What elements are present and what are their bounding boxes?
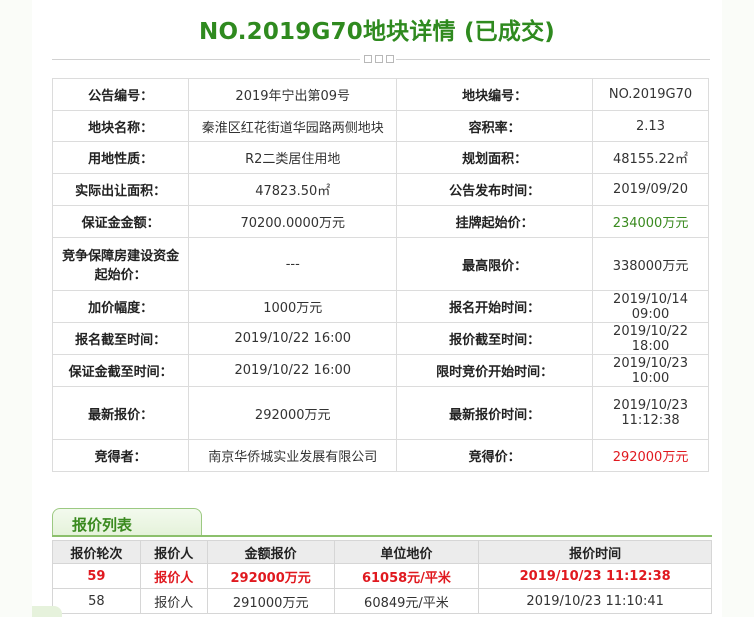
info-label: 挂牌起始价： (396, 205, 594, 238)
bidder: 报价人 (139, 563, 208, 589)
bid-list-table: 报价轮次 报价人 金额报价 单位地价 报价时间 59 报价人 292000万元 … (52, 540, 712, 614)
table-row: 58 报价人 291000万元 60849元/平米 2019/10/23 11:… (52, 588, 712, 614)
info-value: 48155.22㎡ (592, 141, 709, 174)
info-row: 用地性质： R2二类居住用地 规划面积： 48155.22㎡ (51, 141, 709, 174)
info-label: 地块编号： (396, 78, 594, 111)
bid-time: 2019/10/23 11:12:38 (478, 563, 712, 589)
info-label: 最高限价： (396, 237, 594, 291)
info-label: 最新报价时间： (396, 386, 594, 440)
info-value: 2019/10/22 16:00 (188, 322, 398, 355)
bid-table-header: 报价轮次 报价人 金额报价 单位地价 报价时间 (52, 540, 712, 564)
info-label: 公告编号： (51, 78, 190, 111)
info-row: 实际出让面积： 47823.50㎡ 公告发布时间： 2019/09/20 (51, 173, 709, 206)
info-value: 2.13 (592, 110, 709, 142)
tab-underline (52, 535, 712, 537)
column-header: 单位地价 (333, 540, 480, 564)
info-value: 2019/10/22 18:00 (592, 322, 709, 355)
info-label: 规划面积： (396, 141, 594, 174)
bid-round: 59 (52, 563, 141, 589)
info-label: 实际出让面积： (51, 173, 190, 206)
info-row: 公告编号： 2019年宁出第09号 地块编号： NO.2019G70 (51, 78, 709, 111)
info-label: 竞得价： (396, 439, 594, 472)
info-label: 限时竞价开始时间： (396, 354, 594, 387)
info-value: 2019年宁出第09号 (188, 78, 398, 111)
column-header: 金额报价 (206, 540, 335, 564)
title-divider-right (396, 59, 710, 60)
bid-time: 2019/10/23 11:10:41 (478, 588, 712, 614)
parcel-info-table: 公告编号： 2019年宁出第09号 地块编号： NO.2019G70 地块名称：… (51, 78, 709, 472)
info-value: --- (188, 237, 398, 291)
info-label: 报价截至时间： (396, 322, 594, 355)
info-value: 1000万元 (188, 290, 398, 323)
info-row: 保证金截至时间： 2019/10/22 16:00 限时竞价开始时间： 2019… (51, 354, 709, 387)
info-value: 47823.50㎡ (188, 173, 398, 206)
info-value: R2二类居住用地 (188, 141, 398, 174)
info-value: 2019/10/22 16:00 (188, 354, 398, 387)
start-price-value: 234000万元 (592, 205, 709, 238)
info-row: 地块名称： 秦淮区红花街道华园路两侧地块 容积率： 2.13 (51, 110, 709, 142)
unit-price: 60849元/平米 (333, 588, 480, 614)
bid-amount: 291000万元 (206, 588, 335, 614)
tab-bid-list-label: 报价列表 (72, 516, 133, 534)
info-label: 地块名称： (51, 110, 190, 142)
winner-value: 南京华侨城实业发展有限公司 (188, 439, 398, 472)
info-value: 秦淮区红花街道华园路两侧地块 (188, 110, 398, 142)
column-header: 报价轮次 (52, 540, 141, 564)
info-label: 加价幅度： (51, 290, 190, 323)
info-row: 加价幅度： 1000万元 报名开始时间： 2019/10/14 09:00 (51, 290, 709, 323)
info-label: 竞得者： (51, 439, 190, 472)
info-label: 保证金截至时间： (51, 354, 190, 387)
bid-amount: 292000万元 (206, 563, 335, 589)
info-label: 最新报价： (51, 386, 190, 440)
info-row: 竞争保障房建设资金起始价： --- 最高限价： 338000万元 (51, 237, 709, 291)
info-value: 338000万元 (592, 237, 709, 291)
decorative-corner (32, 606, 62, 617)
info-value: 70200.0000万元 (188, 205, 398, 238)
info-label: 公告发布时间： (396, 173, 594, 206)
column-header: 报价时间 (478, 540, 712, 564)
info-label: 报名截至时间： (51, 322, 190, 355)
info-label: 用地性质： (51, 141, 190, 174)
bid-round: 58 (52, 588, 141, 614)
info-row: 报名截至时间： 2019/10/22 16:00 报价截至时间： 2019/10… (51, 322, 709, 355)
title-divider-left (52, 59, 360, 60)
table-row: 59 报价人 292000万元 61058元/平米 2019/10/23 11:… (52, 563, 712, 589)
title-ornament (364, 55, 394, 65)
info-row: 保证金金额： 70200.0000万元 挂牌起始价： 234000万元 (51, 205, 709, 238)
info-label: 容积率： (396, 110, 594, 142)
bidder: 报价人 (139, 588, 208, 614)
info-label: 竞争保障房建设资金起始价： (51, 237, 190, 291)
info-value: 292000万元 (188, 386, 398, 440)
info-value: NO.2019G70 (592, 78, 709, 111)
info-label: 报名开始时间： (396, 290, 594, 323)
unit-price: 61058元/平米 (333, 563, 480, 589)
info-value: 2019/09/20 (592, 173, 709, 206)
info-row: 最新报价： 292000万元 最新报价时间： 2019/10/23 11:12:… (51, 386, 709, 440)
info-value: 2019/10/14 09:00 (592, 290, 709, 323)
info-label: 保证金金额： (51, 205, 190, 238)
tab-bid-list[interactable]: 报价列表 (52, 508, 202, 537)
info-value: 2019/10/23 10:00 (592, 354, 709, 387)
column-header: 报价人 (139, 540, 208, 564)
page-title: NO.2019G70地块详情 (已成交) (199, 19, 555, 45)
latest-bid-time-value: 2019/10/23 11:12:38 (592, 386, 709, 440)
winning-price-value: 292000万元 (592, 439, 709, 472)
info-row: 竞得者： 南京华侨城实业发展有限公司 竞得价： 292000万元 (51, 439, 709, 472)
